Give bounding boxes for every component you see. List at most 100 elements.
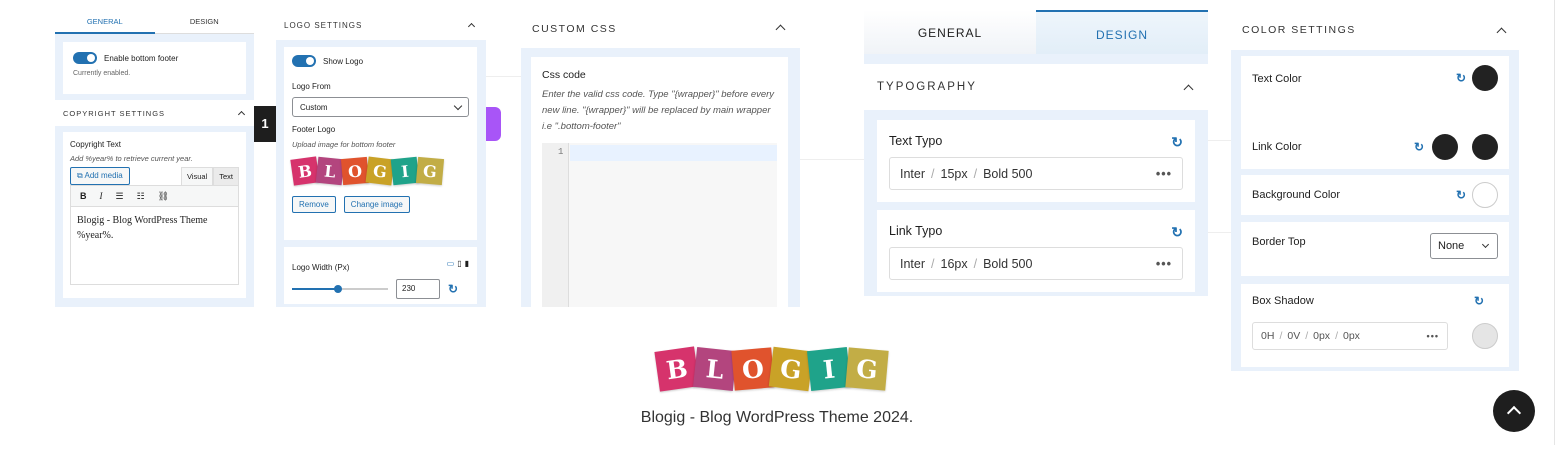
more-icon[interactable]: •••: [1427, 331, 1439, 341]
tab-general[interactable]: GENERAL: [864, 10, 1036, 54]
logo-settings-panel: LOGO SETTINGS Show Logo Logo From Custom…: [276, 10, 486, 307]
typography-panel: GENERAL DESIGN TYPOGRAPHY Text Typo ↻ In…: [864, 10, 1208, 296]
field-hint: Add %year% to retrieve current year.: [70, 154, 193, 163]
media-icon: ⧉: [77, 171, 83, 180]
show-logo-toggle[interactable]: [292, 55, 316, 67]
reset-icon[interactable]: ↻: [1456, 71, 1466, 85]
box-shadow-label: Box Shadow: [1252, 295, 1314, 307]
desktop-icon[interactable]: ▭: [447, 259, 455, 268]
logo-from-label: Logo From: [292, 82, 331, 91]
chevron-up-icon[interactable]: [237, 110, 246, 119]
scroll-top-button[interactable]: [1493, 390, 1535, 432]
border-top-row: Border Top None: [1241, 222, 1509, 276]
editor-toolbar: B I ☰ ☷ ⛓: [70, 185, 239, 207]
more-icon[interactable]: •••: [1156, 167, 1172, 181]
numbered-list-icon[interactable]: ☷: [137, 191, 145, 202]
italic-icon[interactable]: I: [100, 191, 103, 201]
css-field-label: Css code: [542, 69, 586, 81]
bg-line: [1554, 0, 1555, 445]
footer-logo-preview: BLOGIG: [290, 155, 469, 187]
link-typo-label: Link Typo: [889, 224, 943, 238]
link-color-swatch[interactable]: [1432, 134, 1458, 160]
tab-design[interactable]: DESIGN: [154, 10, 254, 34]
slider-handle[interactable]: [334, 285, 343, 293]
logo-tile: G: [415, 156, 445, 186]
panel-title: CUSTOM CSS: [532, 23, 617, 35]
active-line: [570, 145, 777, 161]
custom-css-panel: CUSTOM CSS Css code Enter the valid css …: [521, 10, 800, 307]
text-color-swatch[interactable]: [1472, 65, 1498, 91]
tab-design[interactable]: DESIGN: [1036, 10, 1208, 54]
panel-title: LOGO SETTINGS: [284, 20, 363, 30]
chevron-up-icon[interactable]: [467, 22, 476, 31]
reset-icon[interactable]: ↻: [1171, 134, 1183, 151]
chevron-up-icon[interactable]: [1183, 84, 1194, 94]
text-typo-control: Text Typo ↻ Inter/15px / Bold 500 •••: [877, 120, 1195, 202]
bg-line: [1208, 140, 1232, 141]
footer-logo-hint: Upload image for bottom footer: [292, 140, 396, 149]
bg-line: [800, 159, 864, 160]
logo-tile: L: [693, 347, 737, 391]
tab-text[interactable]: Text: [213, 167, 239, 185]
section-title: COPYRIGHT SETTINGS: [63, 108, 166, 118]
field-label: Copyright Text: [70, 140, 121, 149]
text-color-label: Text Color: [1252, 73, 1302, 85]
logo-tile: L: [315, 156, 345, 186]
logo-tile: G: [845, 347, 889, 391]
bg-color-swatch[interactable]: [1472, 182, 1498, 208]
logo-width-slider[interactable]: [292, 282, 388, 296]
reset-icon[interactable]: ↻: [1456, 188, 1466, 202]
more-icon[interactable]: •••: [1156, 257, 1172, 271]
toggle-status: Currently enabled.: [73, 70, 131, 77]
css-hint: Enter the valid css code. Type "{wrapper…: [542, 89, 775, 132]
footer-logo-label: Footer Logo: [292, 125, 336, 134]
purple-accent: [486, 107, 501, 141]
logo-width-label: Logo Width (Px): [292, 263, 350, 272]
toggle-label: Enable bottom footer: [104, 53, 179, 63]
reset-icon[interactable]: ↻: [1171, 224, 1183, 241]
enable-footer-toggle[interactable]: [73, 52, 97, 64]
footer-copyright: Blogig - Blog WordPress Theme 2024.: [640, 409, 914, 426]
toggle-label: Show Logo: [323, 56, 364, 66]
box-shadow-field[interactable]: 0H/0V/0px/0px •••: [1252, 322, 1448, 350]
reset-icon[interactable]: ↻: [1414, 140, 1424, 154]
link-color-row: Link Color ↻: [1241, 125, 1509, 169]
link-typo-field[interactable]: Inter/16px / Bold 500 •••: [889, 247, 1183, 280]
logo-from-select[interactable]: Custom: [292, 97, 469, 117]
remove-button[interactable]: Remove: [292, 196, 336, 213]
link-icon[interactable]: ⛓: [158, 191, 169, 202]
link-color-label: Link Color: [1252, 141, 1302, 153]
mobile-icon[interactable]: ▮: [465, 259, 469, 268]
bold-icon[interactable]: B: [80, 191, 87, 201]
chevron-up-icon: [1506, 405, 1522, 421]
bg-line: [486, 76, 521, 77]
tablet-icon[interactable]: ▯: [457, 259, 461, 268]
text-color-row: Text Color ↻: [1241, 56, 1509, 126]
change-image-button[interactable]: Change image: [343, 196, 410, 213]
bullet-list-icon[interactable]: ☰: [116, 191, 124, 202]
box-shadow-row: Box Shadow ↻ 0H/0V/0px/0px •••: [1241, 284, 1509, 367]
chevron-up-icon[interactable]: [1496, 27, 1507, 37]
reset-icon[interactable]: ↻: [448, 282, 458, 296]
tab-visual[interactable]: Visual: [180, 167, 214, 185]
bg-line: [1208, 232, 1232, 233]
color-settings-panel: COLOR SETTINGS Text Color ↻ Link Color ↻…: [1231, 10, 1519, 371]
background-color-row: Background Color ↻: [1241, 175, 1509, 215]
logo-tile: I: [807, 347, 851, 391]
site-footer-logo: BLOGIG: [654, 344, 902, 394]
css-code-editor[interactable]: 1: [542, 143, 777, 307]
text-typo-field[interactable]: Inter/15px / Bold 500 •••: [889, 157, 1183, 190]
tab-general[interactable]: GENERAL: [55, 10, 155, 34]
bg-color-label: Background Color: [1252, 189, 1341, 201]
logo-width-input[interactable]: 230: [396, 279, 440, 299]
line-gutter: [542, 143, 569, 307]
link-hover-color-swatch[interactable]: [1472, 134, 1498, 160]
shadow-color-swatch[interactable]: [1472, 323, 1498, 349]
step-badge: 1: [254, 106, 276, 142]
reset-icon[interactable]: ↻: [1474, 294, 1484, 308]
chevron-up-icon[interactable]: [775, 24, 786, 34]
editor-content[interactable]: Blogig - Blog WordPress Theme %year%.: [70, 207, 239, 285]
line-number: 1: [558, 147, 564, 157]
add-media-button[interactable]: ⧉ Add media: [70, 167, 130, 185]
border-top-select[interactable]: None: [1430, 233, 1498, 259]
